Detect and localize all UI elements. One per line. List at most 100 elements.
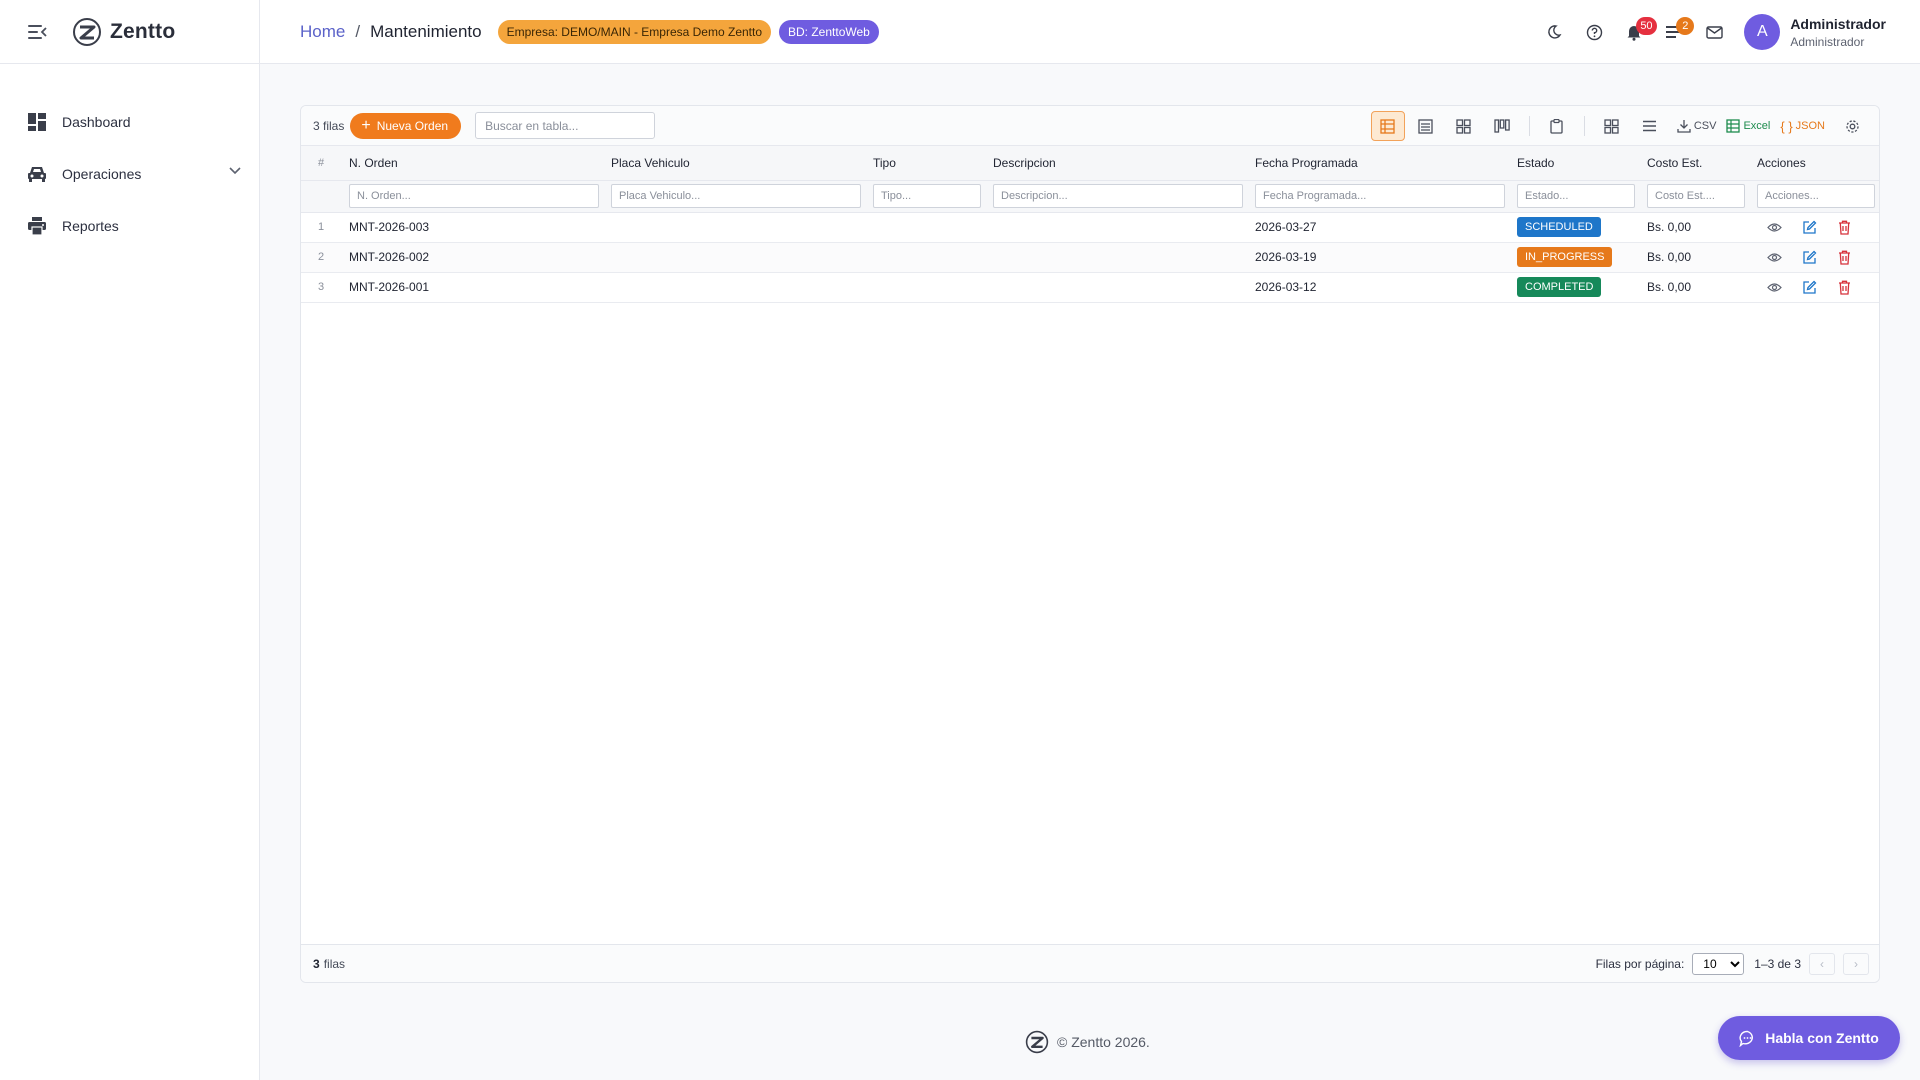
brand-bar: Zentto (0, 0, 259, 64)
page-title: Mantenimiento (370, 21, 482, 41)
table-row[interactable]: 2 MNT-2026-002 2026-03-19 IN_PROGRESS Bs. 0,… (301, 242, 1879, 273)
help-button[interactable] (1574, 12, 1614, 52)
prev-page-button[interactable]: ‹ (1809, 953, 1835, 975)
delete-button[interactable] (1827, 280, 1862, 295)
view-button[interactable] (1757, 222, 1792, 233)
filter-estado-input[interactable] (1517, 184, 1635, 208)
sidebar-nav: Dashboard Operaciones Reportes (0, 64, 259, 252)
messages-button[interactable] (1694, 12, 1734, 52)
sidebar-item-operaciones[interactable]: Operaciones (0, 148, 259, 200)
chevron-down-icon (229, 167, 241, 175)
new-order-button[interactable]: + Nueva Orden (350, 112, 462, 139)
eye-icon (1767, 282, 1782, 292)
filter-acciones-input[interactable] (1757, 184, 1875, 208)
filter-costo-input[interactable] (1647, 184, 1745, 208)
density-button[interactable] (1595, 111, 1629, 141)
sidebar-item-reportes[interactable]: Reportes (0, 200, 259, 252)
filter-placa-input[interactable] (611, 184, 861, 208)
column-header-estado[interactable]: Estado (1509, 146, 1639, 181)
column-header-orden[interactable]: N. Orden (341, 146, 603, 181)
sidebar-item-label: Dashboard (62, 114, 131, 130)
edit-button[interactable] (1792, 250, 1827, 265)
cell-acciones (1749, 212, 1879, 243)
trash-icon (1839, 220, 1850, 235)
export-json-button[interactable]: { } JSON (1780, 111, 1825, 141)
grid-settings-button[interactable] (1835, 111, 1869, 141)
download-icon (1677, 120, 1691, 133)
view-button[interactable] (1757, 282, 1792, 293)
filter-descripcion-input[interactable] (993, 184, 1243, 208)
next-page-button[interactable]: › (1843, 953, 1869, 975)
cell-tipo (865, 272, 985, 303)
cell-orden: MNT-2026-002 (341, 242, 603, 273)
copy-clipboard-button[interactable] (1540, 111, 1574, 141)
export-csv-button[interactable]: CSV (1677, 111, 1716, 141)
column-header-descripcion[interactable]: Descripcion (985, 146, 1247, 181)
dashboard-icon (26, 111, 48, 133)
export-excel-button[interactable]: Excel (1726, 111, 1770, 141)
chat-button[interactable]: Habla con Zentto (1718, 1016, 1900, 1060)
column-header-index[interactable]: # (301, 146, 341, 181)
json-label: JSON (1795, 120, 1825, 132)
cell-acciones (1749, 242, 1879, 273)
grid-tools: CSV Excel { } JSON (1367, 106, 1869, 146)
columns-button[interactable] (1633, 111, 1667, 141)
cell-estado: COMPLETED (1509, 272, 1639, 303)
avatar[interactable]: A (1744, 14, 1781, 50)
table-view-button[interactable] (1370, 111, 1405, 141)
tasks-button[interactable]: 2 (1654, 12, 1695, 52)
delete-button[interactable] (1827, 250, 1862, 265)
dark-mode-toggle[interactable] (1534, 12, 1574, 52)
column-header-placa[interactable]: Placa Vehiculo (603, 146, 865, 181)
cell-placa (603, 212, 865, 243)
table-row[interactable]: 3 MNT-2026-001 2026-03-12 COMPLETED Bs. 0,00 (301, 272, 1879, 303)
cell-fecha: 2026-03-19 (1247, 242, 1509, 273)
rows-per-page-select[interactable]: 10 (1692, 953, 1745, 975)
brand-name: Zentto (110, 19, 176, 43)
column-header-fecha[interactable]: Fecha Programada (1247, 146, 1509, 181)
column-header-costo[interactable]: Costo Est. (1639, 146, 1749, 181)
gear-icon (1845, 119, 1859, 133)
cell-descripcion (985, 242, 1247, 273)
breadcrumb-separator: / (355, 21, 361, 41)
compact-view-button[interactable] (1409, 111, 1443, 141)
page-range: 1–3 de 3 (1754, 957, 1801, 971)
filter-orden-input[interactable] (349, 184, 599, 208)
breadcrumb-home[interactable]: Home (300, 22, 345, 42)
trash-icon (1839, 250, 1850, 265)
edit-button[interactable] (1792, 220, 1827, 235)
grid-toolbar: 3 filas + Nueva Orden Buscar en tabla...… (301, 106, 1879, 146)
cards-view-button[interactable] (1447, 111, 1481, 141)
sidebar-item-dashboard[interactable]: Dashboard (0, 96, 259, 148)
edit-button[interactable] (1792, 280, 1827, 295)
menu-collapse-icon[interactable] (28, 24, 47, 39)
status-badge: SCHEDULED (1517, 217, 1601, 237)
kanban-view-button[interactable] (1485, 111, 1519, 141)
footer-rows-word: filas (323, 956, 346, 971)
clipboard-icon (1550, 118, 1563, 134)
trash-icon (1839, 280, 1850, 295)
edit-icon (1803, 280, 1817, 294)
grid-footer: 3 filas Filas por página: 10 1–3 de 3 ‹ … (301, 944, 1879, 982)
filter-tipo-input[interactable] (873, 184, 981, 208)
filter-fecha-input[interactable] (1255, 184, 1505, 208)
empresa-chip[interactable]: Empresa: DEMO/MAIN - Empresa Demo Zentto (497, 19, 772, 44)
cell-descripcion (985, 272, 1247, 303)
cell-estado: IN_PROGRESS (1509, 242, 1639, 273)
menu-lines-icon (1643, 120, 1657, 132)
cell-fecha: 2026-03-12 (1247, 272, 1509, 303)
cell-costo: Bs. 0,00 (1639, 242, 1749, 273)
database-chip[interactable]: BD: ZenttoWeb (779, 19, 879, 44)
table-row[interactable]: 1 MNT-2026-003 2026-03-27 SCHEDULED Bs. 0,00 (301, 212, 1879, 243)
user-info[interactable]: Administrador Administrador (1790, 16, 1886, 49)
mail-icon (1706, 25, 1723, 39)
cell-descripcion (985, 212, 1247, 243)
column-header-tipo[interactable]: Tipo (865, 146, 985, 181)
notifications-button[interactable]: 50 (1614, 12, 1657, 52)
toolbar-divider (1583, 116, 1585, 136)
cell-placa (603, 242, 865, 273)
view-button[interactable] (1757, 252, 1792, 263)
delete-button[interactable] (1827, 220, 1862, 235)
table-search-input[interactable] (475, 112, 656, 139)
eye-icon (1767, 222, 1782, 232)
